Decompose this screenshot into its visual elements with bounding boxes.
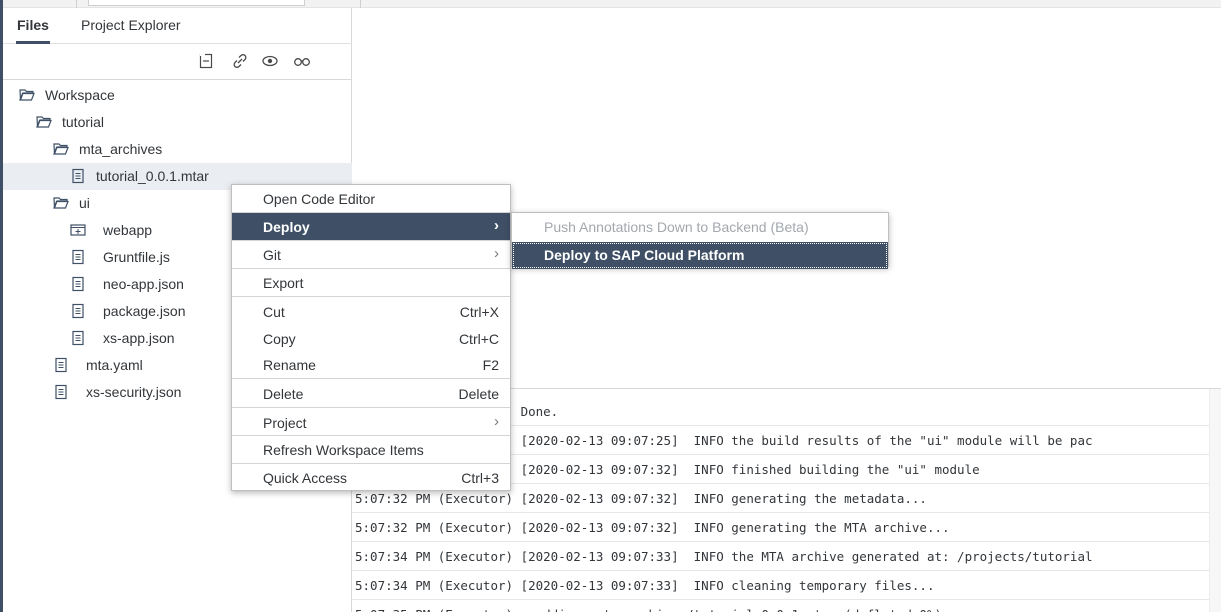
folder-open-icon xyxy=(53,195,69,211)
menu-item-label: Git xyxy=(263,247,281,263)
shortcut-label: Ctrl+X xyxy=(459,304,499,320)
menu-item-deploy[interactable]: Deploy › xyxy=(232,213,510,240)
link-with-editor-icon[interactable] xyxy=(231,53,249,71)
web-folder-icon xyxy=(70,222,86,238)
menu-item-label: Deploy xyxy=(263,219,310,235)
chevron-right-icon: › xyxy=(494,217,499,234)
menu-item-copy[interactable]: Copy Ctrl+C xyxy=(232,325,510,352)
file-icon xyxy=(53,357,69,373)
file-icon xyxy=(70,330,86,346)
menu-item-label: Rename xyxy=(263,357,316,373)
deploy-submenu: Push Annotations Down to Backend (Beta) … xyxy=(511,212,889,269)
tree-item-label: ui xyxy=(79,195,90,211)
tree-item-label: webapp xyxy=(103,222,153,238)
folder-open-icon xyxy=(53,141,69,157)
folder-open-icon xyxy=(19,87,35,103)
submenu-item-label: Deploy to SAP Cloud Platform xyxy=(544,247,745,263)
chevron-right-icon: › xyxy=(494,413,499,430)
file-tree-toolbar xyxy=(3,44,352,80)
file-icon xyxy=(53,384,69,400)
tab-files[interactable]: Files xyxy=(16,17,50,44)
file-icon xyxy=(70,303,86,319)
chevron-right-icon: › xyxy=(494,245,499,262)
collapse-all-icon[interactable] xyxy=(197,53,215,71)
menu-item-label: Project xyxy=(263,415,307,431)
console-line: 5:07:32 PM (Executor) [2020-02-13 09:07:… xyxy=(352,513,1209,542)
submenu-item-label: Push Annotations Down to Backend (Beta) xyxy=(544,219,809,235)
menu-item-label: Open Code Editor xyxy=(263,191,376,207)
menu-item-project[interactable]: Project › xyxy=(232,409,510,436)
top-divider xyxy=(76,0,77,8)
folder-open-icon xyxy=(36,114,52,130)
shortcut-label: Ctrl+C xyxy=(458,331,499,347)
menu-item-quick-access[interactable]: Quick Access Ctrl+3 xyxy=(232,464,510,491)
menu-item-label: Quick Access xyxy=(263,470,348,486)
shortcut-label: F2 xyxy=(482,357,499,373)
file-icon xyxy=(70,276,86,292)
tree-item-label: package.json xyxy=(103,303,186,319)
tree-item-workspace[interactable]: Workspace xyxy=(3,82,352,109)
tree-item-mta-archives[interactable]: mta_archives xyxy=(3,136,352,163)
menu-separator xyxy=(232,407,510,408)
context-menu: Open Code Editor Deploy › Git › Export C… xyxy=(231,184,511,491)
menu-item-label: Delete xyxy=(263,386,304,402)
submenu-item-deploy-to-sap-cloud-platform[interactable]: Deploy to SAP Cloud Platform xyxy=(512,242,888,269)
search-icon[interactable] xyxy=(293,53,311,71)
menu-item-export[interactable]: Export xyxy=(232,269,510,296)
tree-item-label: tutorial xyxy=(62,114,105,130)
menu-item-refresh-workspace[interactable]: Refresh Workspace Items xyxy=(232,436,510,463)
tree-item-label: tutorial_0.0.1.mtar xyxy=(96,168,209,184)
submenu-item-push-annotations[interactable]: Push Annotations Down to Backend (Beta) xyxy=(512,214,888,241)
top-divider xyxy=(360,0,361,8)
menu-item-git[interactable]: Git › xyxy=(232,241,510,268)
show-hidden-icon[interactable] xyxy=(261,53,279,71)
shortcut-label: Ctrl+3 xyxy=(461,470,499,486)
menu-item-delete[interactable]: Delete Delete xyxy=(232,380,510,407)
tree-item-label: mta.yaml xyxy=(86,357,143,373)
menu-item-open-code-editor[interactable]: Open Code Editor xyxy=(232,185,510,212)
menu-item-label: Copy xyxy=(263,331,296,347)
tree-item-label: Gruntfile.js xyxy=(103,249,170,265)
console-line: 5:07:34 PM (Executor) [2020-02-13 09:07:… xyxy=(352,571,1209,600)
tree-item-label: mta_archives xyxy=(79,141,163,157)
menu-item-cut[interactable]: Cut Ctrl+X xyxy=(232,298,510,325)
tree-item-tutorial[interactable]: tutorial xyxy=(3,109,352,136)
tree-item-label: xs-security.json xyxy=(86,384,182,400)
menu-item-label: Refresh Workspace Items xyxy=(263,442,424,458)
tab-project-explorer[interactable]: Project Explorer xyxy=(81,17,181,33)
top-input-fragment[interactable] xyxy=(88,0,305,6)
console-line: 5:07:35 PM (Executor) adding: mta_archiv… xyxy=(352,600,1209,612)
menu-item-label: Export xyxy=(263,275,304,291)
top-strip xyxy=(3,0,1221,8)
console-line: 5:07:34 PM (Executor) [2020-02-13 09:07:… xyxy=(352,542,1209,571)
tree-item-label: neo-app.json xyxy=(103,276,184,292)
menu-item-rename[interactable]: Rename F2 xyxy=(232,351,510,378)
tree-item-label: Workspace xyxy=(45,87,115,103)
menu-separator xyxy=(232,296,510,297)
menu-item-label: Cut xyxy=(263,304,285,320)
side-panel-tabs: Files Project Explorer xyxy=(3,8,352,44)
tree-item-label: xs-app.json xyxy=(103,330,175,346)
menu-separator xyxy=(232,378,510,379)
shortcut-label: Delete xyxy=(458,386,499,402)
file-icon xyxy=(70,168,86,184)
file-icon xyxy=(70,249,86,265)
console-scrollbar[interactable] xyxy=(1209,389,1221,612)
